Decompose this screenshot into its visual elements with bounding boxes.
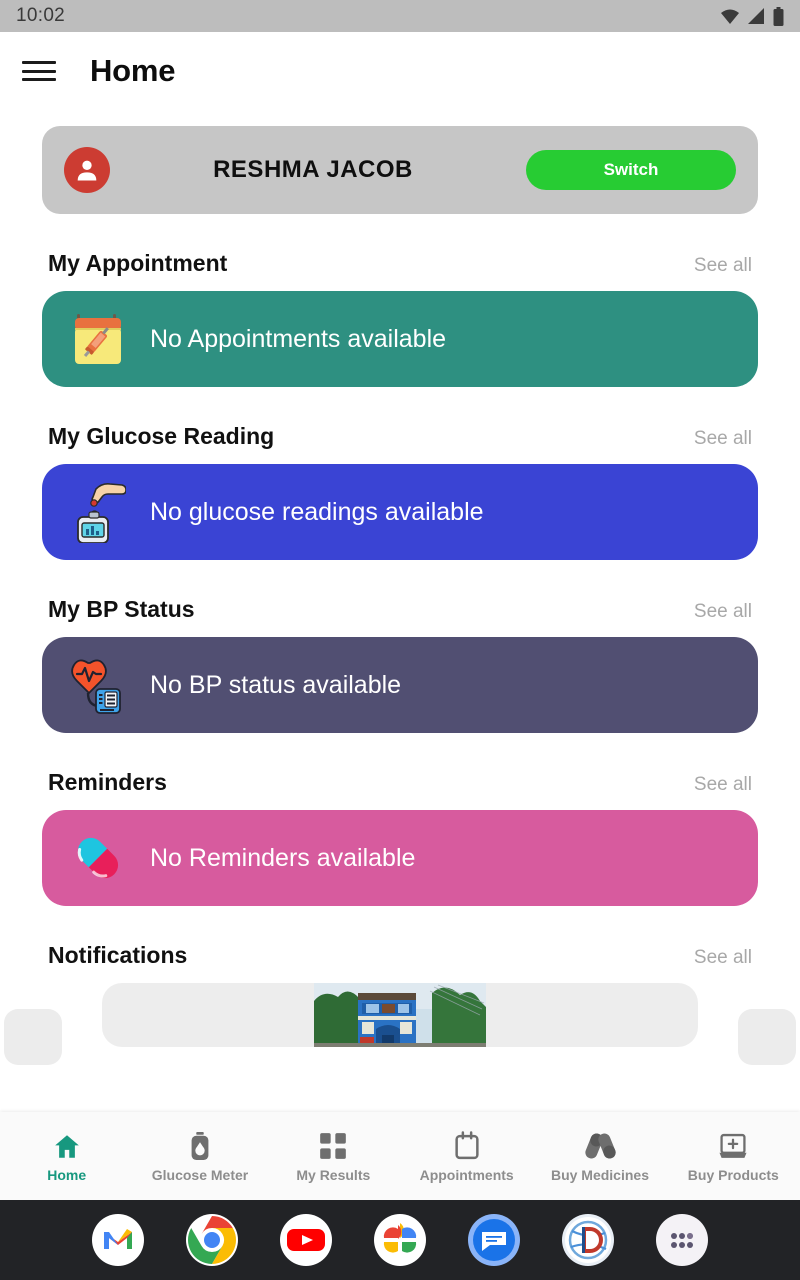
- profile-name: RESHMA JACOB: [213, 156, 413, 183]
- status-time: 10:02: [16, 5, 66, 26]
- nav-label-buy-products: Buy Products: [687, 1166, 779, 1183]
- nav-label-my-results: My Results: [296, 1166, 371, 1183]
- nav-item-glucose-meter[interactable]: Glucose Meter: [133, 1130, 266, 1183]
- glucose-card[interactable]: No glucose readings available: [42, 464, 758, 560]
- messages-icon[interactable]: [467, 1213, 521, 1267]
- section-title-appointment: My Appointment: [48, 250, 228, 276]
- status-icons: [720, 6, 784, 26]
- reminders-card-text: No Reminders available: [150, 843, 416, 872]
- glucose-card-text: No glucose readings available: [150, 497, 484, 526]
- nav-label-buy-medicines: Buy Medicines: [550, 1166, 649, 1183]
- see-all-reminders[interactable]: See all: [694, 774, 752, 796]
- youtube-icon[interactable]: [279, 1213, 333, 1267]
- capsules-icon: [584, 1130, 616, 1160]
- heart-bp-monitor-icon: [68, 653, 128, 717]
- section-header-appointment: My Appointment See all: [42, 250, 758, 277]
- calendar-icon: [454, 1130, 480, 1160]
- appointment-card[interactable]: No Appointments available: [42, 291, 758, 387]
- reminders-card[interactable]: No Reminders available: [42, 810, 758, 906]
- hamburger-menu-icon[interactable]: [22, 58, 56, 84]
- section-header-notifications: Notifications See all: [42, 942, 758, 969]
- bottom-navigation: Home Glucose Meter My Results Appointmen…: [0, 1112, 800, 1200]
- gmail-icon[interactable]: [91, 1213, 145, 1267]
- section-title-notifications: Notifications: [48, 942, 188, 968]
- carousel-card-previous[interactable]: [4, 1009, 62, 1065]
- nav-item-buy-medicines[interactable]: Buy Medicines: [533, 1130, 666, 1183]
- grid-results-icon: [319, 1130, 347, 1160]
- see-all-appointment[interactable]: See all: [694, 255, 752, 277]
- main-content: RESHMA JACOB Switch My Appointment See a…: [0, 126, 800, 1065]
- medical-case-icon: [718, 1130, 748, 1160]
- carousel-card-next[interactable]: [738, 1009, 796, 1065]
- nav-item-my-results[interactable]: My Results: [267, 1130, 400, 1183]
- see-all-notifications[interactable]: See all: [694, 947, 752, 969]
- appointment-card-text: No Appointments available: [150, 324, 447, 353]
- section-header-glucose: My Glucose Reading See all: [42, 423, 758, 450]
- app-bar: Home: [0, 32, 800, 110]
- carousel-card-current[interactable]: [102, 983, 698, 1047]
- nav-label-appointments: Appointments: [419, 1166, 514, 1183]
- profile-card[interactable]: RESHMA JACOB Switch: [42, 126, 758, 214]
- blue-building-photo: [314, 983, 486, 1047]
- app-drawer-icon[interactable]: [655, 1213, 709, 1267]
- status-bar: 10:02: [0, 0, 800, 32]
- d-app-icon[interactable]: [561, 1213, 615, 1267]
- pill-capsule-icon: [68, 826, 128, 890]
- battery-icon: [773, 6, 784, 26]
- section-header-reminders: Reminders See all: [42, 769, 758, 796]
- section-title-glucose: My Glucose Reading: [48, 423, 275, 449]
- nav-label-home: Home: [47, 1166, 87, 1183]
- section-header-bp: My BP Status See all: [42, 596, 758, 623]
- chrome-icon[interactable]: [185, 1213, 239, 1267]
- notifications-carousel[interactable]: [4, 983, 796, 1065]
- section-title-bp: My BP Status: [48, 596, 195, 622]
- nav-item-appointments[interactable]: Appointments: [400, 1130, 533, 1183]
- bp-card[interactable]: No BP status available: [42, 637, 758, 733]
- nav-label-glucose-meter: Glucose Meter: [151, 1166, 249, 1183]
- cellular-signal-icon: [748, 8, 764, 24]
- glucose-meter-icon: [188, 1130, 212, 1160]
- glucose-meter-fingerprick-icon: [68, 480, 128, 544]
- see-all-glucose[interactable]: See all: [694, 428, 752, 450]
- calendar-syringe-icon: [68, 307, 128, 371]
- android-dock: [0, 1200, 800, 1280]
- nav-item-buy-products[interactable]: Buy Products: [667, 1130, 800, 1183]
- switch-button[interactable]: Switch: [526, 150, 736, 190]
- wifi-icon: [721, 9, 739, 24]
- google-photos-icon[interactable]: [373, 1213, 427, 1267]
- nav-item-home[interactable]: Home: [0, 1130, 133, 1183]
- see-all-bp[interactable]: See all: [694, 601, 752, 623]
- home-icon: [53, 1130, 81, 1160]
- page-title: Home: [90, 53, 176, 88]
- bp-card-text: No BP status available: [150, 670, 402, 699]
- section-title-reminders: Reminders: [48, 769, 167, 795]
